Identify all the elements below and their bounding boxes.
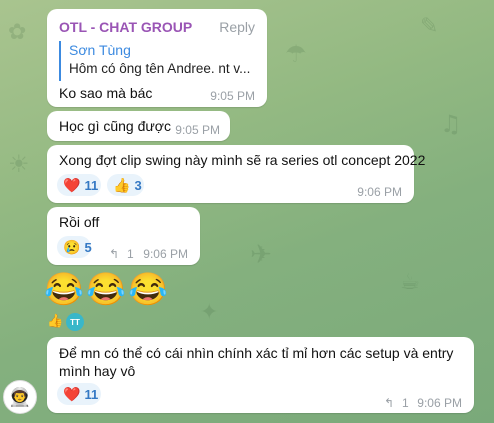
- message-time: 9:06 PM: [143, 247, 188, 261]
- message-text: Ko sao mà bác: [59, 85, 153, 101]
- reaction-heart[interactable]: ❤️ 11: [57, 174, 101, 196]
- message-text-line-2: mình hay vô: [59, 363, 136, 379]
- doodle-icon: ✈: [250, 240, 272, 270]
- crying-face-icon: 😢: [63, 238, 81, 255]
- reaction-avatar-initials: TT: [70, 317, 80, 327]
- message-bubble[interactable]: Để mn có thể có cái nhìn chính xác tỉ mỉ…: [47, 337, 474, 413]
- message-text: Học gì cũng được: [59, 118, 171, 134]
- forward-arrow-icon: ↰: [109, 247, 120, 261]
- doodle-icon: ☀: [8, 150, 30, 178]
- reaction-sad[interactable]: 😢 5: [57, 236, 92, 258]
- emoji-message[interactable]: 😂: [44, 270, 84, 308]
- reaction-count: 11: [84, 386, 99, 402]
- reply-quote[interactable]: Sơn Tùng Hôm có ông tên Andree. nt v...: [59, 41, 255, 81]
- quoted-sender: Sơn Tùng: [69, 42, 131, 58]
- message-time: 9:06 PM: [357, 185, 402, 199]
- emoji-message[interactable]: 😂: [128, 270, 168, 308]
- message-bubble[interactable]: Rồi off 😢 5 ↰ 1 9:06 PM: [47, 207, 200, 265]
- forward-count: 1: [127, 247, 134, 261]
- doodle-icon: ☂: [285, 40, 307, 68]
- heart-icon: ❤️: [63, 176, 81, 193]
- emoji-message[interactable]: 😂: [86, 270, 126, 308]
- reply-button[interactable]: Reply: [219, 19, 255, 35]
- sender-avatar[interactable]: 👨‍🚀: [3, 380, 37, 414]
- message-bubble[interactable]: Xong đợt clip swing này mình sẽ ra serie…: [47, 145, 425, 203]
- doodle-icon: ✎: [420, 14, 439, 39]
- sender-name[interactable]: OTL - CHAT GROUP: [59, 19, 192, 35]
- astronaut-icon: 👨‍🚀: [8, 386, 32, 407]
- reaction-heart[interactable]: ❤️ 11: [57, 383, 101, 405]
- message-time: 9:05 PM: [210, 89, 255, 103]
- reaction-count: 3: [134, 177, 142, 193]
- doodle-icon: ✦: [200, 300, 219, 325]
- reaction-count: 5: [84, 239, 92, 255]
- message-text: Rồi off: [59, 214, 100, 230]
- heart-icon: ❤️: [63, 385, 81, 402]
- doodle-icon: ♫: [440, 110, 462, 138]
- reaction-avatar[interactable]: TT: [66, 313, 84, 331]
- message-bubble[interactable]: OTL - CHAT GROUP Reply Sơn Tùng Hôm có ô…: [47, 9, 267, 107]
- message-bubble[interactable]: Học gì cũng được 9:05 PM: [47, 111, 230, 141]
- reaction-count: 11: [84, 177, 99, 193]
- doodle-icon: ✿: [8, 20, 27, 45]
- message-text: Xong đợt clip swing này mình sẽ ra serie…: [59, 152, 426, 168]
- quoted-text: Hôm có ông tên Andree. nt v...: [69, 61, 251, 76]
- thumbs-up-icon: 👍: [113, 176, 131, 193]
- forward-arrow-icon: ↰: [384, 396, 395, 410]
- thumbs-up-icon[interactable]: 👍: [47, 313, 63, 329]
- reaction-thumbs-up[interactable]: 👍 3: [107, 174, 144, 196]
- message-time: 9:06 PM: [417, 396, 462, 410]
- forward-count: 1: [402, 396, 409, 410]
- message-time: 9:05 PM: [175, 123, 220, 137]
- doodle-icon: ☕: [400, 270, 420, 295]
- message-text-line-1: Để mn có thể có cái nhìn chính xác tỉ mỉ…: [59, 345, 454, 361]
